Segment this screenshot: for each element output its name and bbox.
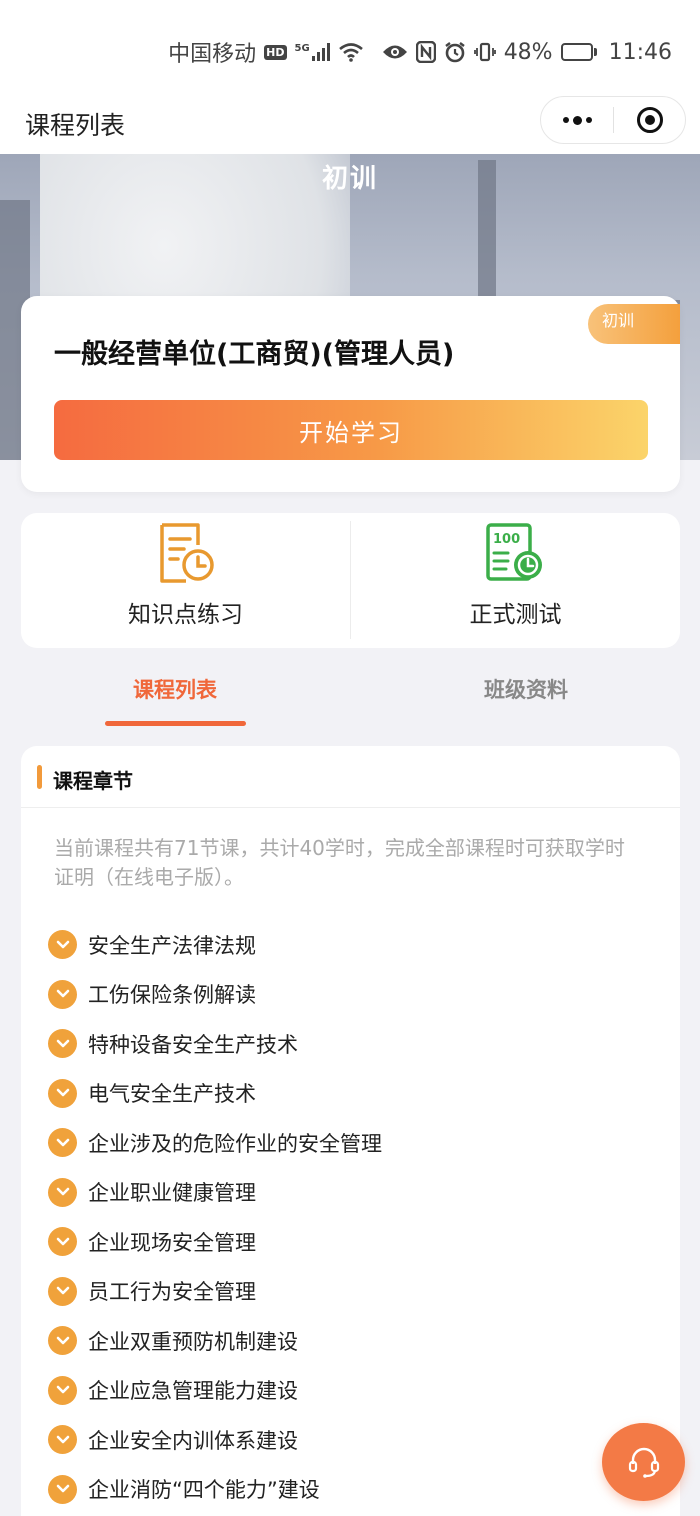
chapter-card: 课程章节 当前课程共有71节课，共计40学时，完成全部课程时可获取学时证明（在线… xyxy=(21,746,680,1516)
chapter-item[interactable]: 安全生产法律法规 xyxy=(48,920,648,970)
chapter-item[interactable]: 企业职业健康管理 xyxy=(48,1168,648,1218)
tab-course-list[interactable]: 课程列表 xyxy=(133,674,217,704)
quick-actions: 知识点练习 100 正式测试 xyxy=(21,513,680,648)
chapter-name: 员工行为安全管理 xyxy=(88,1280,256,1305)
signal-icon: 5G xyxy=(295,43,330,61)
knowledge-practice-label: 知识点练习 xyxy=(128,602,243,628)
chapter-name: 企业双重预防机制建设 xyxy=(88,1329,298,1354)
vibrate-icon xyxy=(473,41,496,63)
chapter-item[interactable]: 企业应急管理能力建设 xyxy=(48,1366,648,1416)
eye-icon xyxy=(382,43,408,61)
course-card: 初训 一般经营单位(工商贸)(管理人员) 开始学习 xyxy=(21,296,680,492)
chapter-section-title: 课程章节 xyxy=(53,769,133,793)
chapter-name: 特种设备安全生产技术 xyxy=(88,1032,298,1057)
chapter-item[interactable]: 企业安全内训体系建设 xyxy=(48,1415,648,1465)
tab-bar: 课程列表 班级资料 xyxy=(0,662,700,732)
customer-service-button[interactable] xyxy=(602,1423,685,1501)
chapter-item[interactable]: 企业双重预防机制建设 xyxy=(48,1316,648,1366)
knowledge-practice-button[interactable]: 知识点练习 xyxy=(21,513,350,648)
mini-program-capsule xyxy=(540,96,686,144)
chevron-down-icon xyxy=(48,1177,77,1207)
chevron-down-icon xyxy=(48,979,77,1009)
nfc-icon xyxy=(415,41,436,63)
alarm-icon xyxy=(444,41,466,63)
start-learning-button[interactable]: 开始学习 xyxy=(54,400,648,460)
tab-class-materials[interactable]: 班级资料 xyxy=(484,674,568,704)
chapter-name: 企业安全内训体系建设 xyxy=(88,1428,298,1453)
chevron-down-icon xyxy=(48,1078,77,1108)
chevron-down-icon xyxy=(48,1375,77,1405)
section-accent-bar xyxy=(37,765,42,789)
chevron-down-icon xyxy=(48,1276,77,1306)
network-type-label: 5G xyxy=(294,43,310,54)
chevron-down-icon xyxy=(48,1326,77,1356)
status-bar: 中国移动 HD 5G 48% 11:46 xyxy=(0,0,700,96)
chevron-down-icon xyxy=(48,930,77,960)
course-type-badge: 初训 xyxy=(588,304,680,344)
chapter-item[interactable]: 企业消防“四个能力”建设 xyxy=(48,1465,648,1515)
chapter-name: 企业消防“四个能力”建设 xyxy=(88,1478,320,1503)
chapter-name: 安全生产法律法规 xyxy=(88,933,256,958)
chapter-item[interactable]: 企业现场安全管理 xyxy=(48,1217,648,1267)
chevron-down-icon xyxy=(48,1425,77,1455)
headset-icon xyxy=(628,1447,659,1478)
hd-badge: HD xyxy=(264,44,287,60)
tab-active-indicator xyxy=(105,721,246,726)
chevron-down-icon xyxy=(48,1227,77,1257)
chevron-down-icon xyxy=(48,1029,77,1059)
wifi-icon xyxy=(338,42,364,62)
nav-bar: 课程列表 xyxy=(0,96,700,154)
battery-icon xyxy=(560,43,597,61)
chapter-name: 工伤保险条例解读 xyxy=(88,983,256,1008)
svg-text:100: 100 xyxy=(493,532,520,547)
target-close-icon[interactable] xyxy=(614,97,685,143)
chapter-item[interactable]: 工伤保险条例解读 xyxy=(48,970,648,1020)
chapter-name: 企业涉及的危险作业的安全管理 xyxy=(88,1131,382,1156)
more-dots-icon[interactable] xyxy=(541,97,613,143)
banner-title: 初训 xyxy=(321,164,378,194)
chapter-item[interactable]: 企业涉及的危险作业的安全管理 xyxy=(48,1118,648,1168)
chapter-header: 课程章节 xyxy=(21,746,680,808)
chapter-name: 企业应急管理能力建设 xyxy=(88,1379,298,1404)
chapter-list: 安全生产法律法规 工伤保险条例解读特种设备安全生产技术 电气安全生产技术企业涉及的危… xyxy=(48,920,648,1514)
exam-100-icon: 100 xyxy=(485,523,542,581)
formal-test-label: 正式测试 xyxy=(469,602,562,628)
battery-percent: 48% xyxy=(503,39,553,65)
chapter-name: 企业现场安全管理 xyxy=(88,1230,256,1255)
course-title: 一般经营单位(工商贸)(管理人员) xyxy=(54,339,455,370)
chapter-name: 企业职业健康管理 xyxy=(88,1181,256,1206)
chapter-item[interactable]: 员工行为安全管理 xyxy=(48,1267,648,1317)
formal-test-button[interactable]: 100 正式测试 xyxy=(351,513,680,648)
chapter-item[interactable]: 电气安全生产技术 xyxy=(48,1069,648,1119)
carrier-label: 中国移动 xyxy=(168,42,257,67)
chevron-down-icon xyxy=(48,1128,77,1158)
page-title: 课程列表 xyxy=(25,111,126,140)
chapter-name: 电气安全生产技术 xyxy=(88,1082,256,1107)
chevron-down-icon xyxy=(48,1474,77,1504)
course-summary-text: 当前课程共有71节课，共计40学时，完成全部课程时可获取学时证明（在线电子版）。 xyxy=(54,836,625,889)
chapter-item[interactable]: 特种设备安全生产技术 xyxy=(48,1019,648,1069)
exercise-clock-icon xyxy=(159,523,214,583)
clock-time: 11:46 xyxy=(608,39,672,65)
